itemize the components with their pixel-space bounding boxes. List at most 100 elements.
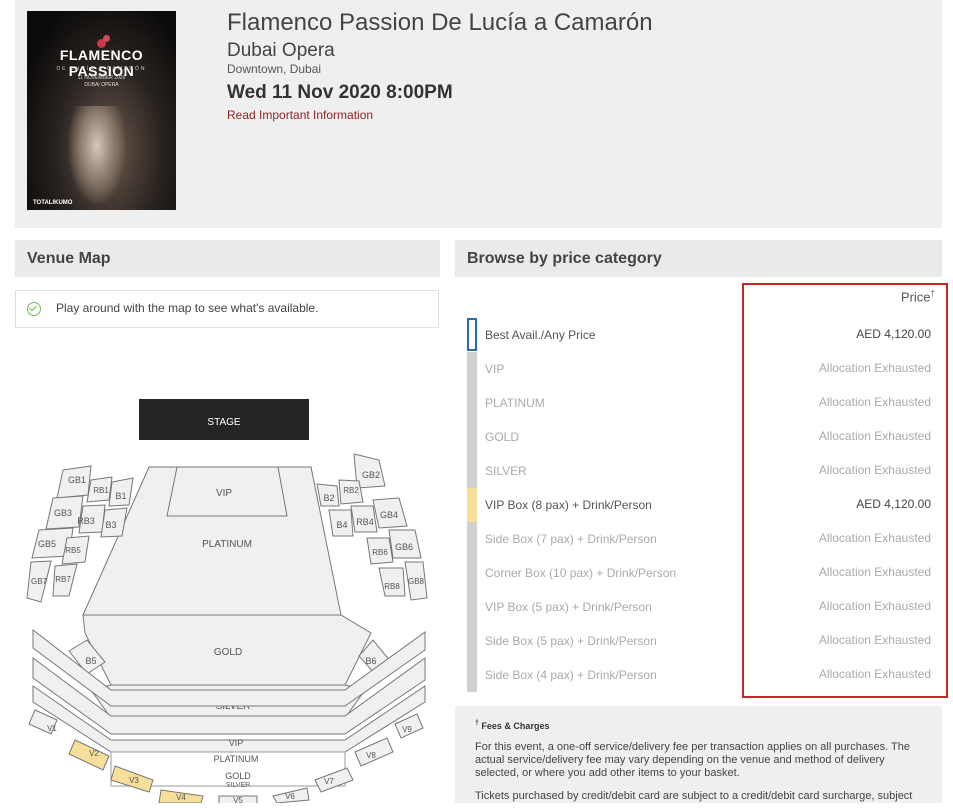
- event-header: FLAMENCO PASSION DE LUCÍA A CAMARÓN 11 N…: [15, 0, 942, 228]
- fees-panel: † Fees & Charges For this event, a one-o…: [455, 706, 942, 803]
- price-dagger: †: [930, 289, 935, 298]
- category-price: Allocation Exhausted: [818, 633, 931, 647]
- box-gb8-label: GB8: [408, 577, 425, 586]
- box-v4-label: V4: [176, 793, 186, 802]
- venue-name: Dubai Opera: [227, 40, 335, 61]
- box-v8-label: V8: [366, 751, 376, 760]
- box-gb4-label: GB4: [380, 510, 398, 520]
- poster-date: 11 NOVEMBER 2020: [77, 75, 126, 81]
- category-color-marker: [467, 386, 477, 420]
- upper-vip-label: VIP: [229, 738, 244, 748]
- category-price: Allocation Exhausted: [818, 565, 931, 579]
- price-category-row[interactable]: SILVER Allocation Exhausted: [467, 454, 937, 488]
- category-price: Allocation Exhausted: [818, 395, 931, 409]
- box-v9-label: V9: [402, 725, 412, 734]
- box-rb6-label: RB6: [372, 548, 388, 557]
- important-info-link[interactable]: Read Important Information: [227, 108, 373, 122]
- price-category-row[interactable]: GOLD Allocation Exhausted: [467, 420, 937, 454]
- category-name: VIP Box (5 pax) + Drink/Person: [485, 600, 652, 614]
- box-b1-label: B1: [115, 491, 126, 501]
- category-price: AED 4,120.00: [856, 327, 931, 341]
- platinum-label: PLATINUM: [202, 539, 252, 550]
- price-category-row[interactable]: Side Box (4 pax) + Drink/Person Allocatio…: [467, 658, 937, 692]
- box-rb7-label: RB7: [55, 575, 71, 584]
- category-name: VIP: [485, 362, 505, 376]
- price-category-row[interactable]: Best Avail./Any Price AED 4,120.00: [467, 318, 937, 352]
- upper-platinum-label: PLATINUM: [214, 754, 259, 764]
- price-header-text: Price: [900, 289, 931, 305]
- box-rb4-label: RB4: [356, 517, 374, 527]
- upper-gold-label: GOLD: [225, 771, 251, 781]
- category-color-marker: [467, 658, 477, 692]
- event-datetime: Wed 11 Nov 2020 8:00PM: [227, 82, 453, 103]
- category-color-marker: [467, 420, 477, 454]
- rose-decoration-2: [103, 35, 110, 42]
- box-gb5-label: GB5: [38, 539, 56, 549]
- price-category-row[interactable]: Side Box (5 pax) + Drink/Person Allocatio…: [467, 624, 937, 658]
- dancer-figure: [67, 106, 127, 206]
- price-category-list: Price† Best Avail./Any Price AED 4,120.00…: [455, 277, 942, 697]
- gold-label: GOLD: [214, 647, 242, 658]
- price-category-row[interactable]: VIP Box (5 pax) + Drink/Person Allocation…: [467, 590, 937, 624]
- venue-seat-map[interactable]: STAGE VIP PLATINUM GOLD SILVER GB1 RB1 B…: [15, 340, 440, 807]
- poster-brand: TOTALIKUMO: [33, 200, 73, 206]
- box-gb6-label: GB6: [395, 542, 413, 552]
- category-name: SILVER: [485, 464, 527, 478]
- category-price: Allocation Exhausted: [818, 429, 931, 443]
- box-rb5-label: RB5: [65, 546, 81, 555]
- box-v6-label: V6: [285, 792, 295, 801]
- category-price: Allocation Exhausted: [818, 463, 931, 477]
- event-poster: FLAMENCO PASSION DE LUCÍA A CAMARÓN 11 N…: [27, 11, 176, 210]
- fees-dagger: †: [475, 720, 479, 727]
- price-column-header: Price†: [901, 289, 935, 304]
- price-category-row[interactable]: VIP Box (8 pax) + Drink/Person AED 4,120.…: [467, 488, 937, 522]
- category-price: Allocation Exhausted: [818, 667, 931, 681]
- category-name: GOLD: [485, 430, 520, 444]
- box-b6-label: B6: [365, 656, 376, 666]
- price-category-row[interactable]: VIP Allocation Exhausted: [467, 352, 937, 386]
- category-name: Side Box (4 pax) + Drink/Person: [485, 668, 657, 682]
- box-b2-label: B2: [323, 493, 334, 503]
- box-rb3-label: RB3: [77, 516, 95, 526]
- check-circle-icon: [27, 302, 41, 316]
- category-name: VIP Box (8 pax) + Drink/Person: [485, 498, 652, 512]
- box-v2-label: V2: [89, 749, 99, 758]
- category-name: PLATINUM: [485, 396, 545, 410]
- category-name: Best Avail./Any Price: [485, 328, 596, 342]
- box-v1-label: V1: [47, 724, 57, 733]
- price-category-row[interactable]: Corner Box (10 pax) + Drink/Person Alloca…: [467, 556, 937, 590]
- box-b5-label: B5: [85, 656, 96, 666]
- box-v7[interactable]: [314, 767, 354, 793]
- fees-paragraph-2: Tickets purchased by credit/debit card a…: [475, 790, 913, 802]
- box-b4-label: B4: [336, 520, 347, 530]
- fees-title: † Fees & Charges: [475, 720, 922, 731]
- venue-map-heading: Venue Map: [15, 240, 440, 277]
- category-name: Side Box (5 pax) + Drink/Person: [485, 634, 657, 648]
- box-rb1-label: RB1: [93, 486, 109, 495]
- box-b3-label: B3: [105, 520, 116, 530]
- category-color-marker: [467, 624, 477, 658]
- category-color-marker: [467, 488, 477, 522]
- category-color-marker: [467, 590, 477, 624]
- map-notice-text: Play around with the map to see what's a…: [56, 301, 319, 315]
- event-title: Flamenco Passion De Lucía a Camarón: [227, 9, 653, 36]
- category-color-marker: [467, 522, 477, 556]
- category-color-marker: [467, 556, 477, 590]
- category-color-marker: [467, 454, 477, 488]
- box-gb1-label: GB1: [68, 475, 86, 485]
- price-category-heading: Browse by price category: [455, 240, 942, 277]
- box-v5-label: V5: [233, 796, 243, 803]
- box-v3-label: V3: [129, 776, 139, 785]
- price-category-row[interactable]: PLATINUM Allocation Exhausted: [467, 386, 937, 420]
- venue-location: Downtown, Dubai: [227, 62, 322, 76]
- category-color-marker: [467, 318, 477, 351]
- category-price: Allocation Exhausted: [818, 531, 931, 545]
- box-v7-label: V7: [324, 777, 334, 786]
- map-notice: Play around with the map to see what's a…: [15, 290, 439, 328]
- box-rb2-label: RB2: [343, 486, 359, 495]
- stage-label: STAGE: [207, 417, 240, 428]
- poster-venue: DUBAI OPERA: [84, 82, 119, 88]
- category-price: AED 4,120.00: [856, 497, 931, 511]
- price-category-row[interactable]: Side Box (7 pax) + Drink/Person Allocatio…: [467, 522, 937, 556]
- category-price: Allocation Exhausted: [818, 361, 931, 375]
